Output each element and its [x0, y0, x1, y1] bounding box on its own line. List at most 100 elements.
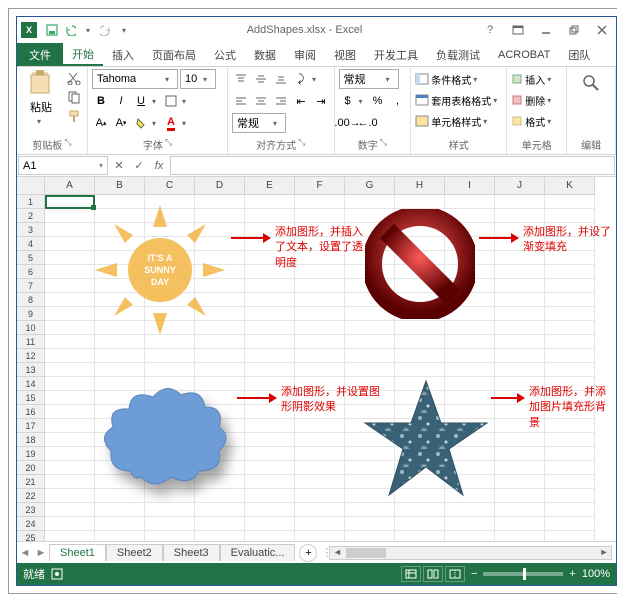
- worksheet-grid[interactable]: ABCDEFGHIJK 1234567891011121314151617181…: [17, 177, 616, 541]
- sheet-tab[interactable]: Sheet3: [163, 544, 220, 561]
- col-header[interactable]: C: [145, 177, 195, 195]
- row-header[interactable]: 19: [17, 447, 45, 461]
- tab-team[interactable]: 团队: [559, 43, 599, 66]
- increase-decimal-button[interactable]: .00→: [339, 114, 357, 132]
- col-header[interactable]: B: [95, 177, 145, 195]
- row-headers[interactable]: 1234567891011121314151617181920212223242…: [17, 195, 45, 541]
- format-cells-button[interactable]: 格式▾: [511, 111, 555, 131]
- sheet-tab[interactable]: Sheet2: [106, 544, 163, 561]
- col-header[interactable]: I: [445, 177, 495, 195]
- view-pagelayout-button[interactable]: [423, 566, 443, 582]
- tab-developer[interactable]: 开发工具: [365, 43, 427, 66]
- row-header[interactable]: 15: [17, 391, 45, 405]
- name-box[interactable]: A1▾: [18, 156, 108, 175]
- conditional-format-button[interactable]: 条件格式▾: [415, 69, 481, 89]
- row-header[interactable]: 3: [17, 223, 45, 237]
- clipboard-launcher[interactable]: ⤡: [64, 137, 71, 152]
- column-headers[interactable]: ABCDEFGHIJK: [45, 177, 595, 195]
- row-header[interactable]: 2: [17, 209, 45, 223]
- row-header[interactable]: 16: [17, 405, 45, 419]
- qat-redo[interactable]: [98, 22, 114, 38]
- percent-button[interactable]: %: [369, 92, 387, 110]
- qat-customize[interactable]: ▾: [116, 22, 132, 38]
- font-color-button[interactable]: A: [162, 114, 180, 132]
- number-launcher[interactable]: ⤡: [380, 137, 387, 152]
- row-header[interactable]: 20: [17, 461, 45, 475]
- col-header[interactable]: F: [295, 177, 345, 195]
- align-center-button[interactable]: [252, 92, 270, 110]
- col-header[interactable]: E: [245, 177, 295, 195]
- align-right-button[interactable]: [272, 92, 290, 110]
- row-header[interactable]: 5: [17, 251, 45, 265]
- col-header[interactable]: H: [395, 177, 445, 195]
- minimize-button[interactable]: [532, 20, 560, 40]
- row-header[interactable]: 24: [17, 517, 45, 531]
- col-header[interactable]: A: [45, 177, 95, 195]
- tab-formulas[interactable]: 公式: [205, 43, 245, 66]
- sheet-nav-next[interactable]: ►: [33, 547, 49, 559]
- align-bottom-button[interactable]: [272, 70, 290, 88]
- row-header[interactable]: 8: [17, 293, 45, 307]
- sheet-tab[interactable]: Sheet1: [49, 544, 106, 561]
- cells-area[interactable]: [45, 195, 616, 541]
- font-launcher[interactable]: ⤡: [165, 137, 172, 152]
- insert-cells-button[interactable]: 插入▾: [511, 69, 555, 89]
- col-header[interactable]: G: [345, 177, 395, 195]
- row-header[interactable]: 6: [17, 265, 45, 279]
- tab-insert[interactable]: 插入: [103, 43, 143, 66]
- font-size-select[interactable]: 10▾: [180, 69, 216, 89]
- font-name-select[interactable]: Tahoma▾: [92, 69, 178, 89]
- cell-styles-button[interactable]: 单元格样式▾: [415, 111, 491, 131]
- row-header[interactable]: 10: [17, 321, 45, 335]
- row-header[interactable]: 25: [17, 531, 45, 541]
- enter-formula-button[interactable]: ✓: [129, 155, 149, 176]
- view-normal-button[interactable]: [401, 566, 421, 582]
- copy-button[interactable]: [65, 88, 83, 106]
- wrap-merge-select[interactable]: 常规▾: [232, 113, 286, 133]
- row-header[interactable]: 7: [17, 279, 45, 293]
- zoom-in-button[interactable]: +: [569, 568, 575, 580]
- cut-button[interactable]: [65, 69, 83, 87]
- tab-view[interactable]: 视图: [325, 43, 365, 66]
- zoom-out-button[interactable]: −: [471, 568, 477, 580]
- row-header[interactable]: 14: [17, 377, 45, 391]
- help-button[interactable]: ?: [476, 20, 504, 40]
- row-header[interactable]: 13: [17, 363, 45, 377]
- row-header[interactable]: 1: [17, 195, 45, 209]
- sheet-tab[interactable]: Evaluatic...: [220, 544, 296, 561]
- delete-cells-button[interactable]: 删除▾: [511, 90, 555, 110]
- fx-button[interactable]: fx: [149, 155, 169, 176]
- find-select-button[interactable]: [571, 69, 611, 97]
- row-header[interactable]: 22: [17, 489, 45, 503]
- sheet-nav-prev[interactable]: ◄: [17, 547, 33, 559]
- zoom-slider[interactable]: [483, 572, 563, 576]
- decrease-indent-button[interactable]: ⇤: [292, 92, 310, 110]
- bold-button[interactable]: B: [92, 92, 110, 110]
- col-header[interactable]: D: [195, 177, 245, 195]
- close-button[interactable]: [588, 20, 616, 40]
- row-header[interactable]: 17: [17, 419, 45, 433]
- formula-input[interactable]: [170, 156, 615, 175]
- tab-pagelayout[interactable]: 页面布局: [143, 43, 205, 66]
- tab-acrobat[interactable]: ACROBAT: [489, 43, 559, 66]
- tab-home[interactable]: 开始: [63, 43, 103, 66]
- macro-record-icon[interactable]: [51, 568, 63, 580]
- increase-indent-button[interactable]: ⇥: [312, 92, 330, 110]
- decrease-decimal-button[interactable]: ←.0: [359, 114, 377, 132]
- row-header[interactable]: 18: [17, 433, 45, 447]
- format-painter-button[interactable]: [65, 107, 83, 125]
- align-top-button[interactable]: [232, 70, 250, 88]
- tab-review[interactable]: 审阅: [285, 43, 325, 66]
- italic-button[interactable]: I: [112, 92, 130, 110]
- select-all-corner[interactable]: [17, 177, 45, 195]
- col-header[interactable]: J: [495, 177, 545, 195]
- orientation-button[interactable]: ⤸: [292, 70, 310, 88]
- border-button[interactable]: [162, 92, 180, 110]
- underline-button[interactable]: U: [132, 92, 150, 110]
- number-format-select[interactable]: 常规▾: [339, 69, 399, 89]
- cancel-formula-button[interactable]: ✕: [109, 155, 129, 176]
- ribbon-display-button[interactable]: [504, 20, 532, 40]
- format-table-button[interactable]: 套用表格格式▾: [415, 90, 501, 110]
- qat-undo-dd[interactable]: ▾: [80, 22, 96, 38]
- file-tab[interactable]: 文件: [17, 43, 63, 66]
